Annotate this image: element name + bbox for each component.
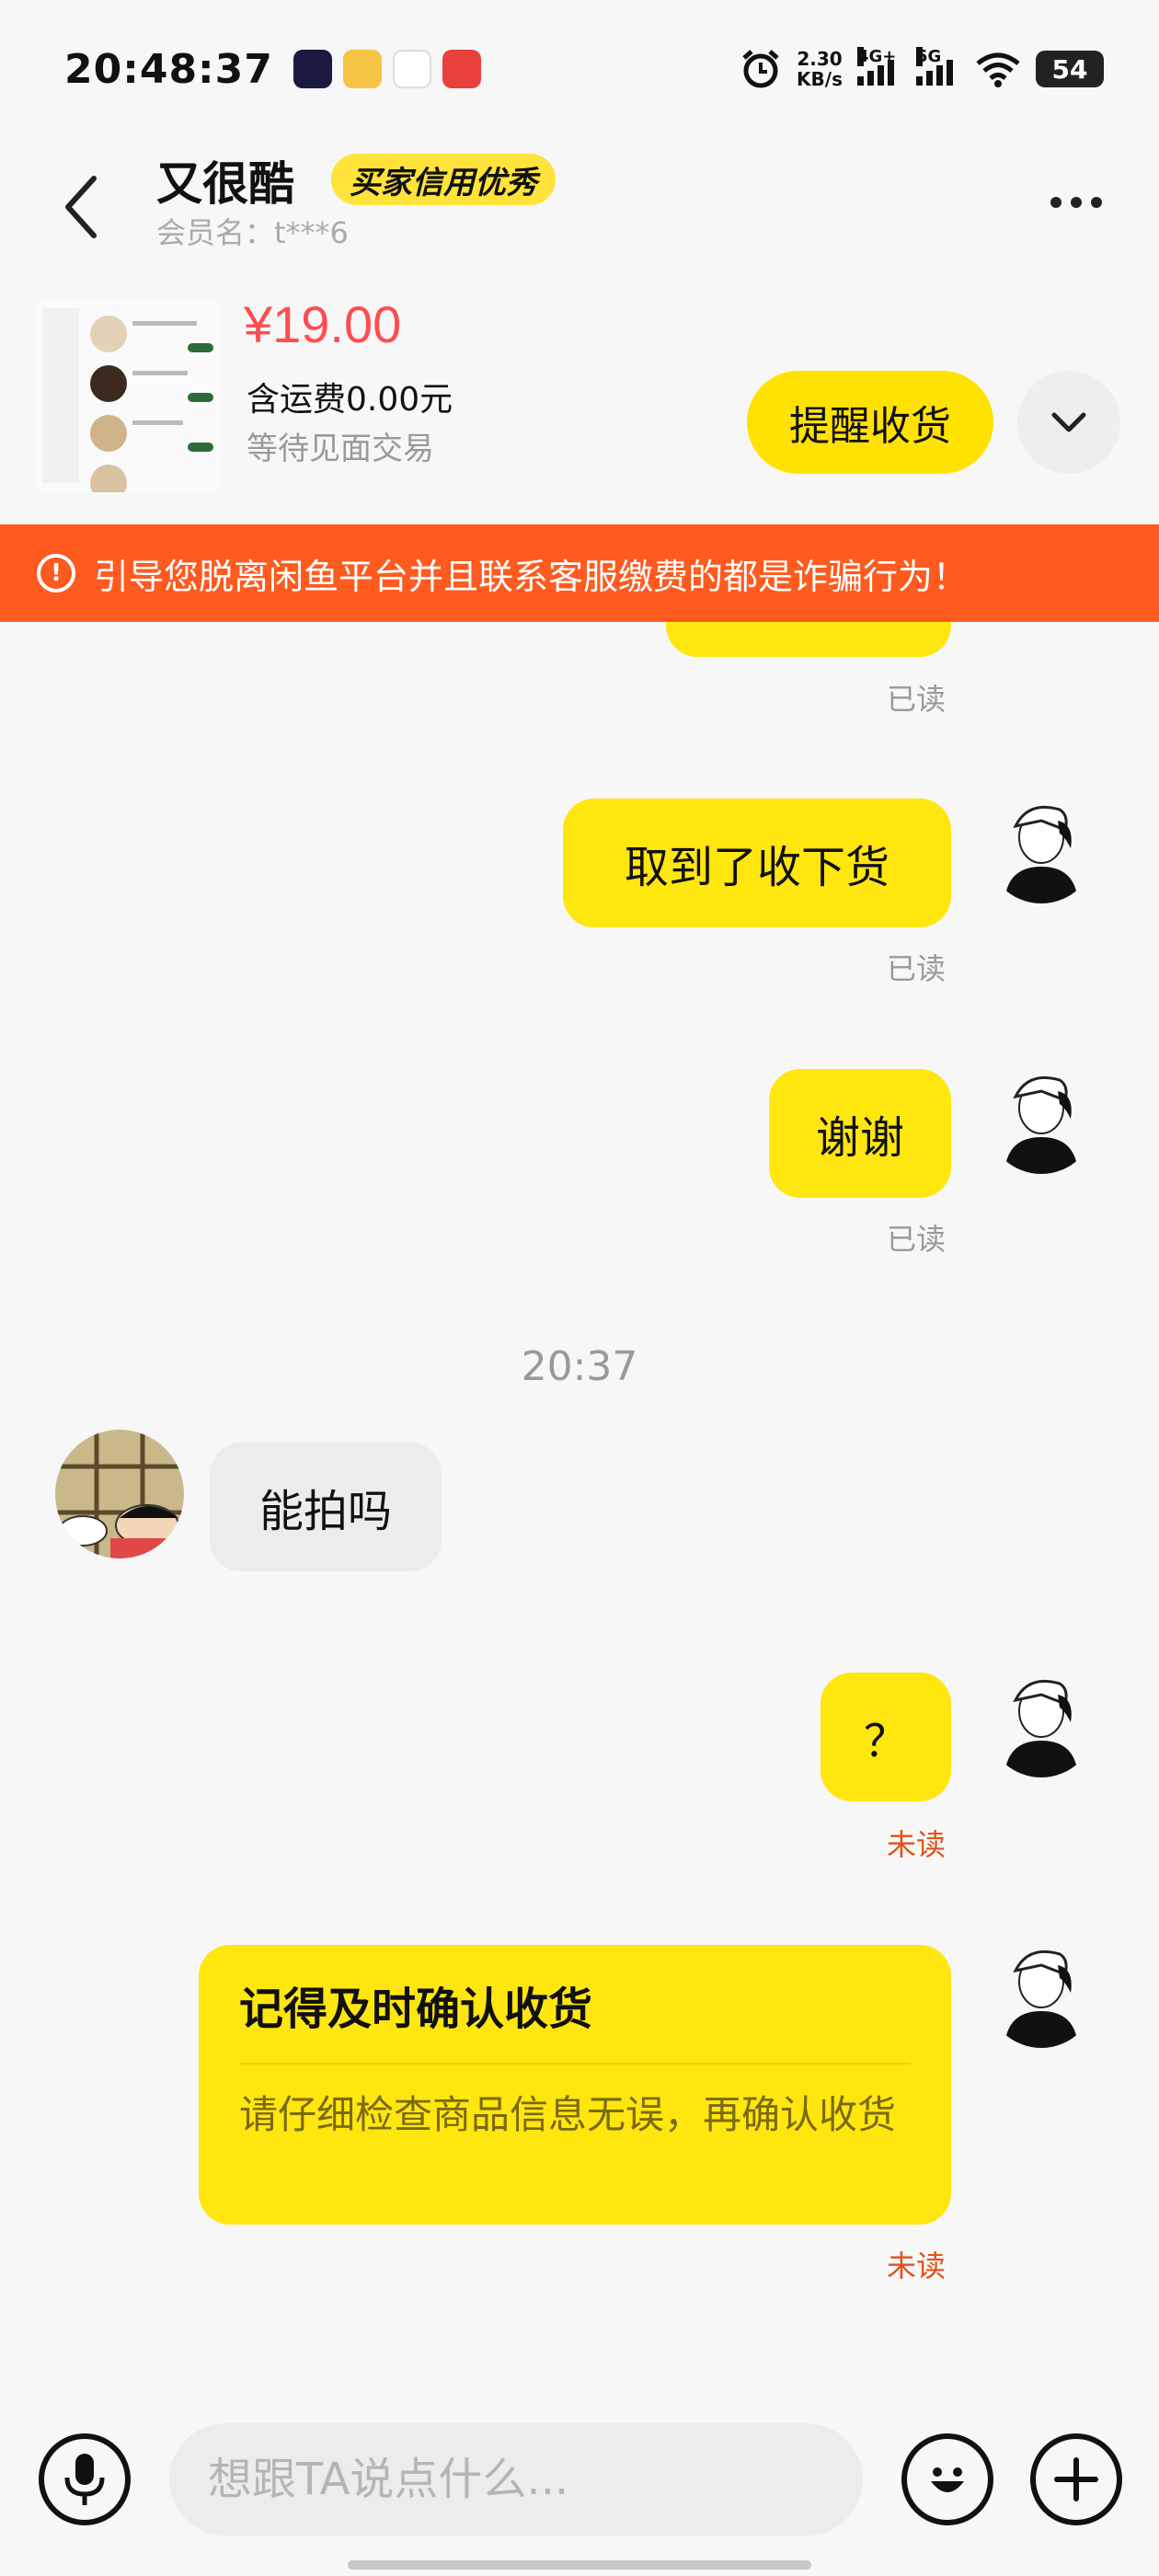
fraud-warning-banner: ! 引导您脱离闲鱼平台并且联系客服缴费的都是诈骗行为！ [0,524,1159,622]
product-price: ¥19.00 [244,295,402,353]
home-indicator[interactable] [348,2560,811,2570]
expand-button[interactable] [1017,371,1120,474]
app-notification-icon [293,50,332,88]
message-bubble[interactable]: 能拍吗 [210,1443,442,1571]
signal-label-2: 5G [916,47,942,66]
add-button[interactable] [1030,2433,1122,2525]
card-title: 记得及时确认收货 [239,1972,911,2064]
message-bubble[interactable]: ？ [820,1673,951,1801]
product-thumbnail[interactable] [37,299,221,492]
avatar-icon [986,1064,1096,1174]
plus-icon [1054,2457,1098,2501]
read-status: 未读 [887,1827,947,1862]
my-avatar[interactable] [986,1938,1096,2048]
wifi-icon [976,52,1020,87]
dot-icon [1071,197,1082,208]
my-avatar[interactable] [986,1064,1096,1174]
dot-icon [1091,197,1102,208]
credit-badge[interactable]: 买家信用优秀 [331,154,556,205]
chevron-left-icon [65,176,97,238]
my-avatar[interactable] [986,1667,1096,1777]
peer-name[interactable]: 又很酷 [156,147,294,213]
warning-text: 引导您脱离闲鱼平台并且联系客服缴费的都是诈骗行为！ [94,556,969,597]
dot-icon [1050,197,1061,208]
exclamation-icon: ! [37,554,75,592]
read-status: 已读 [887,951,947,986]
signal-label: 4G+ [857,47,897,66]
avatar-icon [55,1430,184,1558]
avatar-icon [986,1938,1096,2048]
status-time: 20:48:37 [64,45,273,93]
card-body: 请仔细检查商品信息无误，再确认收货 [239,2092,897,2137]
game-app-icon [442,50,481,88]
microphone-icon [64,2454,105,2505]
clock-app-icon [392,50,431,88]
read-status: 未读 [887,2248,947,2283]
read-status: 已读 [887,682,947,717]
status-bar: 20:48:37 2.30 KB/s 4G+ 5G 54 [0,0,1159,138]
net-speed-value: 2.30 [797,48,843,70]
notification-icons [293,50,481,88]
confirm-receipt-card[interactable]: 记得及时确认收货 请仔细检查商品信息无误，再确认收货 [199,1945,951,2225]
weibo-icon [342,50,382,88]
emoji-button[interactable] [901,2433,993,2525]
message-timestamp: 20:37 [521,1343,638,1390]
read-status: 已读 [887,1222,947,1257]
more-button[interactable] [1039,175,1113,230]
product-image-icon [37,299,221,492]
message-input[interactable] [169,2423,863,2536]
back-button[interactable] [53,166,109,248]
voice-button[interactable] [39,2433,131,2525]
net-speed-unit: KB/s [797,68,843,90]
trade-status: 等待见面交易 [247,431,434,467]
shipping-fee: 含运费0.00元 [247,381,453,419]
battery-indicator: 54 [1036,51,1104,87]
avatar-icon [986,1667,1096,1777]
signal-icon-2: 5G [916,47,960,86]
alarm-icon [742,50,779,88]
message-bubble[interactable]: 谢谢 [769,1069,951,1198]
net-speed: 2.30 KB/s [797,49,843,89]
peer-avatar[interactable] [55,1430,184,1558]
chat-header: 又很酷 买家信用优秀 会员名：t***6 [0,138,1159,290]
chevron-down-icon [1051,412,1086,432]
remind-receipt-button[interactable]: 提醒收货 [747,371,993,474]
member-name: 会员名：t***6 [156,215,349,250]
my-avatar[interactable] [986,793,1096,903]
product-card[interactable]: ¥19.00 含运费0.00元 等待见面交易 提醒收货 [0,290,1159,524]
signal-icon: 4G+ [857,47,901,86]
input-bar [0,2410,1159,2548]
smile-icon [931,2467,964,2492]
avatar-icon [986,793,1096,903]
message-bubble[interactable]: 取到了收下货 [563,799,951,927]
